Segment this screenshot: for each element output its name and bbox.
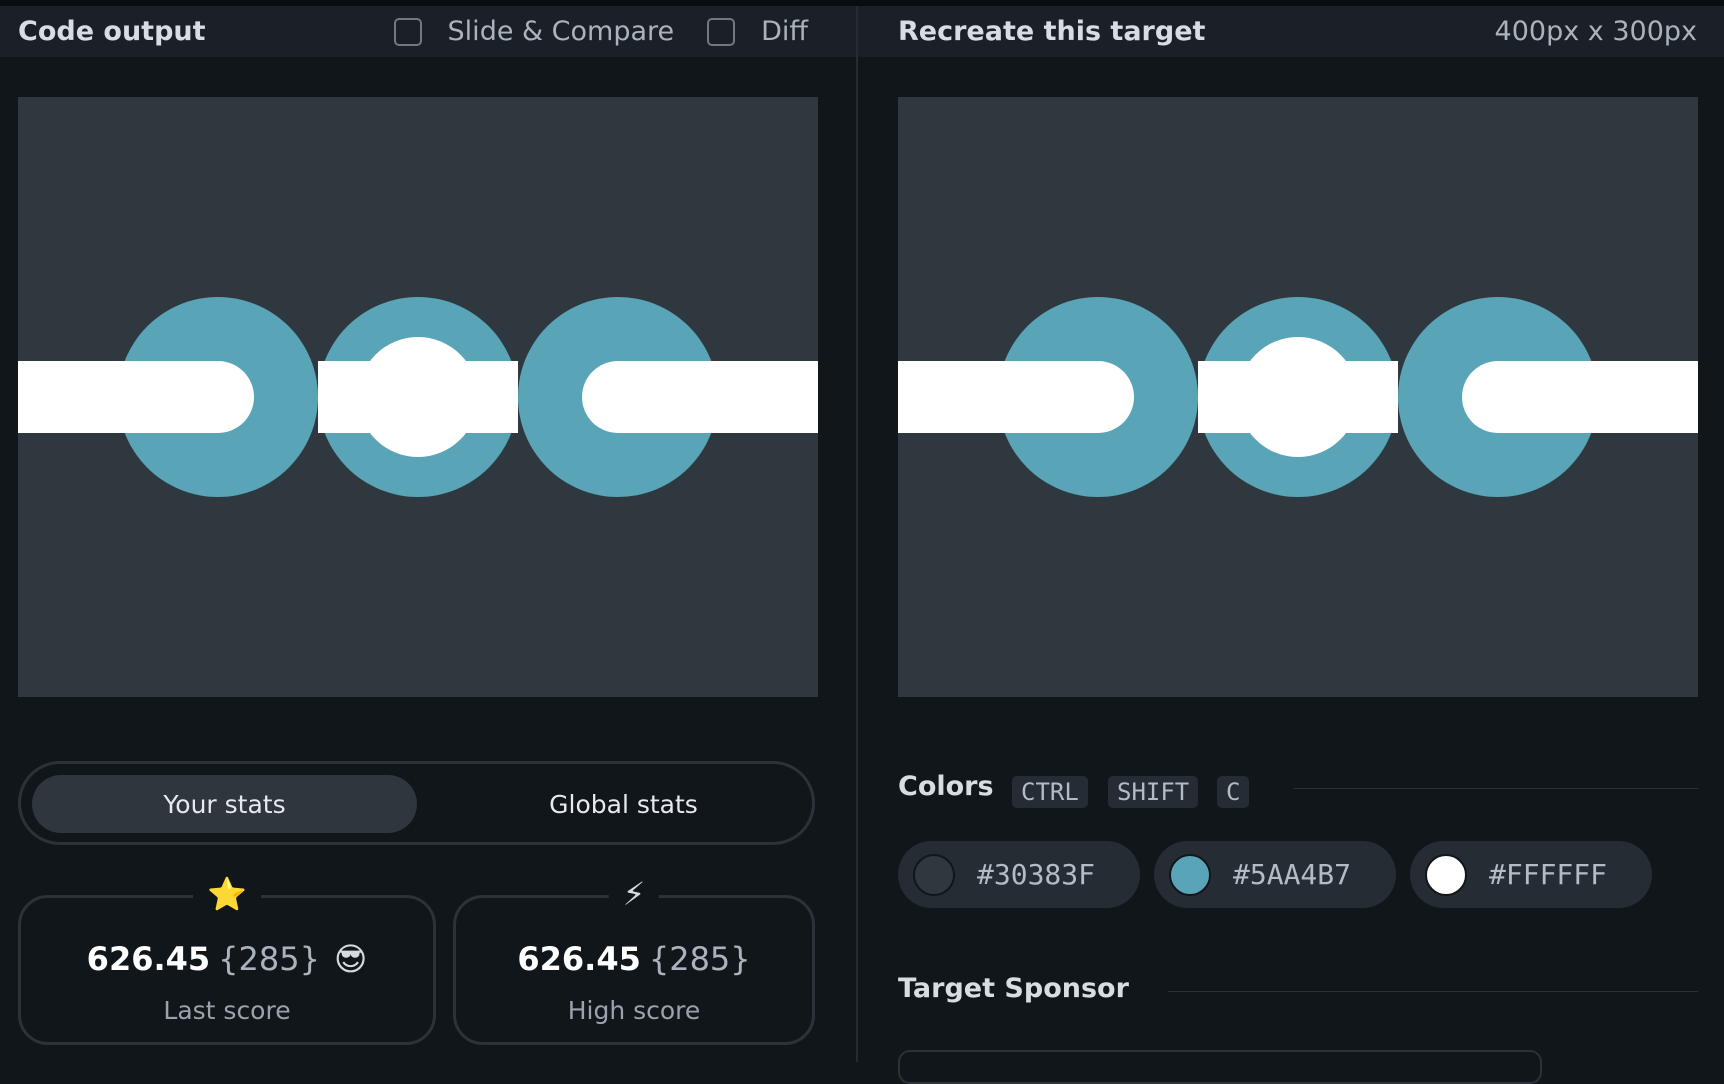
sunglasses-icon: 😎 (333, 940, 368, 978)
high-score-card: ⚡ 626.45 {285} High score (453, 872, 815, 1045)
last-score-line: 626.45 {285} 😎 (21, 940, 433, 978)
output-bar-left-flat (18, 361, 138, 433)
output-hole-middle (358, 337, 478, 457)
last-score-card: ⭐ 626.45 {285} 😎 Last score (18, 872, 436, 1045)
colors-title: Colors (898, 771, 994, 802)
colors-divider (1294, 788, 1698, 789)
color-chip-dark[interactable]: #30383F (898, 841, 1140, 908)
diff-checkbox[interactable] (707, 17, 736, 46)
code-output-header: Code output Slide & Compare Diff (0, 6, 856, 57)
stats-toggle: Your stats Global stats (18, 761, 815, 845)
target-title: Recreate this target (898, 16, 1206, 47)
kbd-ctrl: CTRL (1012, 776, 1088, 808)
color-chip-teal[interactable]: #5AA4B7 (1154, 841, 1396, 908)
target-dimensions: 400px x 300px (1494, 16, 1697, 47)
sponsor-divider (1168, 991, 1698, 992)
target-bar-left-flat (898, 361, 1018, 433)
high-score-value: 626.45 (517, 940, 641, 978)
color-swatch-dark (913, 853, 955, 896)
last-score-count: {285} (218, 940, 320, 978)
kbd-c: C (1217, 776, 1250, 808)
color-hex-teal: #5AA4B7 (1233, 858, 1352, 891)
code-output-canvas[interactable] (18, 97, 818, 697)
target-canvas[interactable] (898, 97, 1698, 697)
tab-global-stats[interactable]: Global stats (431, 775, 816, 833)
color-swatch-teal (1169, 853, 1211, 896)
color-hex-dark: #30383F (977, 858, 1096, 891)
lightning-icon: ⚡ (608, 872, 660, 916)
slide-compare-option[interactable]: Slide & Compare (393, 16, 675, 47)
color-hex-white: #FFFFFF (1489, 858, 1608, 891)
color-swatch-white (1425, 853, 1467, 896)
last-score-value: 626.45 (86, 940, 211, 978)
slide-compare-checkbox[interactable] (393, 17, 422, 46)
output-drawing (18, 97, 818, 697)
target-header: Recreate this target 400px x 300px (858, 6, 1724, 57)
panel-divider[interactable] (856, 6, 858, 1062)
sponsor-title: Target Sponsor (898, 973, 1129, 1004)
high-score-line: 626.45 {285} (456, 940, 812, 978)
star-icon: ⭐ (193, 872, 261, 916)
output-bar-right-flat (698, 361, 818, 433)
slide-compare-label: Slide & Compare (447, 16, 675, 47)
diff-option[interactable]: Diff (707, 16, 808, 47)
target-drawing (898, 97, 1698, 697)
sponsor-card[interactable] (898, 1050, 1542, 1084)
last-score-label: Last score (163, 996, 291, 1025)
high-score-label: High score (567, 996, 701, 1025)
tab-your-stats[interactable]: Your stats (32, 775, 417, 833)
target-bar-right-flat (1578, 361, 1698, 433)
kbd-shift: SHIFT (1108, 776, 1199, 808)
high-score-count: {285} (648, 940, 751, 978)
code-output-title: Code output (18, 16, 206, 47)
target-hole-middle (1238, 337, 1358, 457)
color-chip-white[interactable]: #FFFFFF (1410, 841, 1652, 908)
diff-label: Diff (761, 16, 809, 47)
